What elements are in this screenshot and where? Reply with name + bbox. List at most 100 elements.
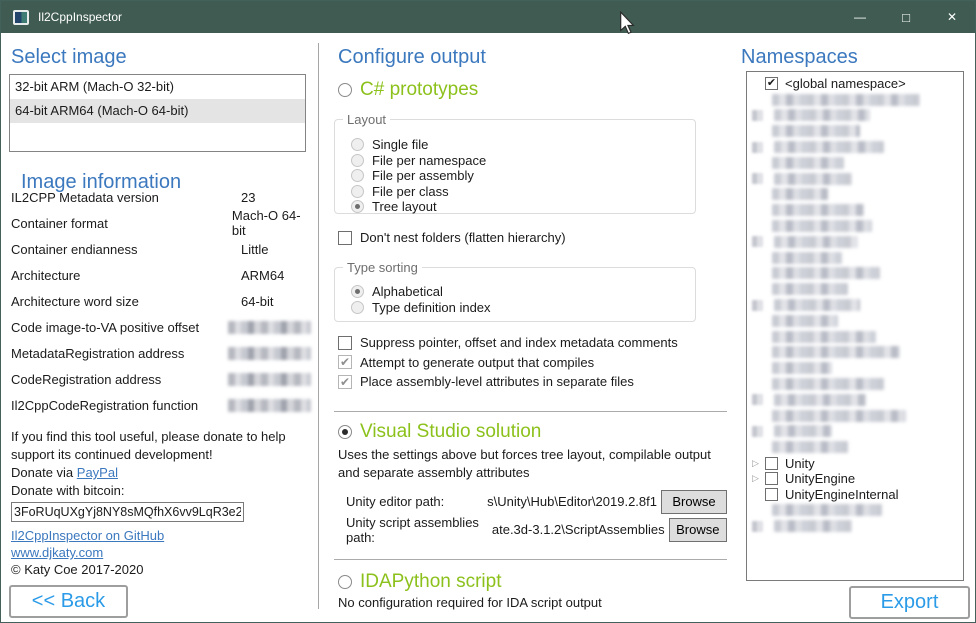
namespace-item[interactable]: ▷ ✔ [747,408,963,424]
type-sorting-groupbox-label: Type sorting [343,260,422,275]
info-row-value: 64-bit [241,294,274,309]
layout-option-row[interactable]: Single file [351,137,695,153]
redacted-value [228,321,311,334]
namespace-item[interactable]: ▷ ✔ [747,392,963,408]
namespace-item[interactable]: ▷ ✔ [747,297,963,313]
type-sorting-option-radio[interactable] [351,285,364,298]
namespace-item[interactable]: ▷ ✔ [747,108,963,124]
namespace-item[interactable]: ▷ ✔ [747,313,963,329]
namespaces-listbox[interactable]: ▷ ✔ <global namespace> ▷ ✔ [746,71,964,581]
close-button[interactable]: ✕ [929,1,975,33]
browse-button[interactable]: Browse [669,518,727,542]
layout-option-radio[interactable] [351,138,364,151]
layout-option-row[interactable]: File per class [351,184,695,200]
namespace-checkbox[interactable]: ✔ [765,488,778,501]
redacted-namespace [772,410,906,422]
type-sorting-option-row[interactable]: Alphabetical [351,284,695,300]
namespace-item[interactable]: ▷ ✔ [747,218,963,234]
namespace-item[interactable]: ▷ ✔ UnityEngineInternal [747,487,963,503]
namespace-item[interactable]: ▷ ✔ UnityEngine [747,471,963,487]
idapython-option[interactable]: IDAPython script [338,571,731,593]
namespace-checkbox[interactable]: ✔ [765,472,778,485]
redacted-namespace [772,157,844,169]
namespace-item[interactable]: ▷ ✔ [747,155,963,171]
visual-studio-label: Visual Studio solution [360,421,541,443]
namespace-item[interactable]: ▷ ✔ [747,439,963,455]
visual-studio-description: Uses the settings above but forces tree … [338,446,730,482]
idapython-radio[interactable] [338,575,352,589]
layout-option-label: File per class [372,184,449,199]
namespace-item[interactable]: ▷ ✔ [747,424,963,440]
namespace-item[interactable]: ▷ ✔ [747,250,963,266]
layout-option-label: File per assembly [372,168,474,183]
info-row: Architecture word size 64-bit [11,288,311,314]
image-listbox[interactable]: 32-bit ARM (Mach-O 32-bit) 64-bit ARM64 … [9,74,306,152]
namespace-checkbox[interactable]: ✔ [765,77,778,90]
github-link[interactable]: Il2CppInspector on GitHub [11,528,164,543]
output-option-row[interactable]: ✔ Place assembly-level attributes in sep… [338,372,731,392]
info-row-label: IL2CPP Metadata version [11,190,241,205]
namespace-item[interactable]: ▷ ✔ [747,123,963,139]
namespace-item[interactable]: ▷ ✔ [747,92,963,108]
namespace-item[interactable]: ▷ ✔ [747,281,963,297]
namespace-item[interactable]: ▷ ✔ [747,503,963,519]
layout-option-radio[interactable] [351,185,364,198]
redacted-namespace [772,283,848,295]
namespace-item[interactable]: ▷ ✔ [747,202,963,218]
type-sorting-option-radio[interactable] [351,301,364,314]
type-sorting-option-row[interactable]: Type definition index [351,300,695,316]
namespace-item[interactable]: ▷ ✔ Unity [747,455,963,471]
website-link[interactable]: www.djkaty.com [11,545,103,560]
csharp-prototypes-radio[interactable] [338,83,352,97]
output-option-row[interactable]: ✔ Attempt to generate output that compil… [338,353,731,373]
layout-option-row[interactable]: File per namespace [351,153,695,169]
flatten-hierarchy-checkbox[interactable]: ✔ [338,231,352,245]
layout-option-row[interactable]: File per assembly [351,168,695,184]
redacted-namespace [772,346,900,358]
namespace-item[interactable]: ▷ ✔ [747,329,963,345]
namespace-item[interactable]: ▷ ✔ [747,360,963,376]
expander-icon[interactable]: ▷ [752,458,765,469]
expander-icon[interactable]: ▷ [752,473,765,484]
layout-option-radio[interactable] [351,200,364,213]
namespace-item[interactable]: ▷ ✔ [747,518,963,534]
namespace-item[interactable]: ▷ ✔ [747,139,963,155]
image-list-item[interactable]: 64-bit ARM64 (Mach-O 64-bit) [10,99,305,123]
flatten-hierarchy-option[interactable]: ✔ Don't nest folders (flatten hierarchy) [338,230,731,245]
donate-via-label: Donate via [11,465,73,480]
namespace-item[interactable]: ▷ ✔ [747,376,963,392]
visual-studio-radio[interactable] [338,425,352,439]
namespace-item[interactable]: ▷ ✔ [747,266,963,282]
output-option-checkbox[interactable]: ✔ [338,336,352,350]
redacted-namespace [774,299,860,311]
maximize-button[interactable]: □ [883,1,929,33]
configure-output-title: Configure output [338,46,731,69]
layout-option-radio[interactable] [351,169,364,182]
export-button[interactable]: Export [849,586,970,619]
redacted-namespace [774,173,852,185]
namespace-item[interactable]: ▷ ✔ <global namespace> [747,76,963,92]
namespace-checkbox[interactable]: ✔ [765,457,778,470]
namespace-item[interactable]: ▷ ✔ [747,345,963,361]
browse-button[interactable]: Browse [661,490,727,514]
output-option-checkboxes: ✔ Suppress pointer, offset and index met… [319,333,731,392]
layout-option-radio[interactable] [351,154,364,167]
bitcoin-address-field[interactable] [11,502,244,522]
csharp-prototypes-option[interactable]: C# prototypes [338,79,731,101]
namespace-item[interactable]: ▷ ✔ [747,171,963,187]
output-option-checkbox[interactable]: ✔ [338,355,352,369]
namespace-item[interactable]: ▷ ✔ [747,234,963,250]
visual-studio-option[interactable]: Visual Studio solution [338,421,731,443]
select-image-panel: Select image 32-bit ARM (Mach-O 32-bit) … [1,33,318,622]
paypal-link[interactable]: PayPal [77,465,118,480]
output-option-row[interactable]: ✔ Suppress pointer, offset and index met… [338,333,731,353]
layout-option-row[interactable]: Tree layout [351,199,695,215]
links-block: Il2CppInspector on GitHub www.djkaty.com… [11,527,164,578]
back-button[interactable]: << Back [9,585,128,618]
donate-bitcoin-label: Donate with bitcoin: [11,482,311,500]
info-row-label: Container format [11,216,232,231]
output-option-checkbox[interactable]: ✔ [338,375,352,389]
namespace-item[interactable]: ▷ ✔ [747,187,963,203]
image-list-item[interactable]: 32-bit ARM (Mach-O 32-bit) [10,75,305,99]
minimize-button[interactable]: — [837,1,883,33]
